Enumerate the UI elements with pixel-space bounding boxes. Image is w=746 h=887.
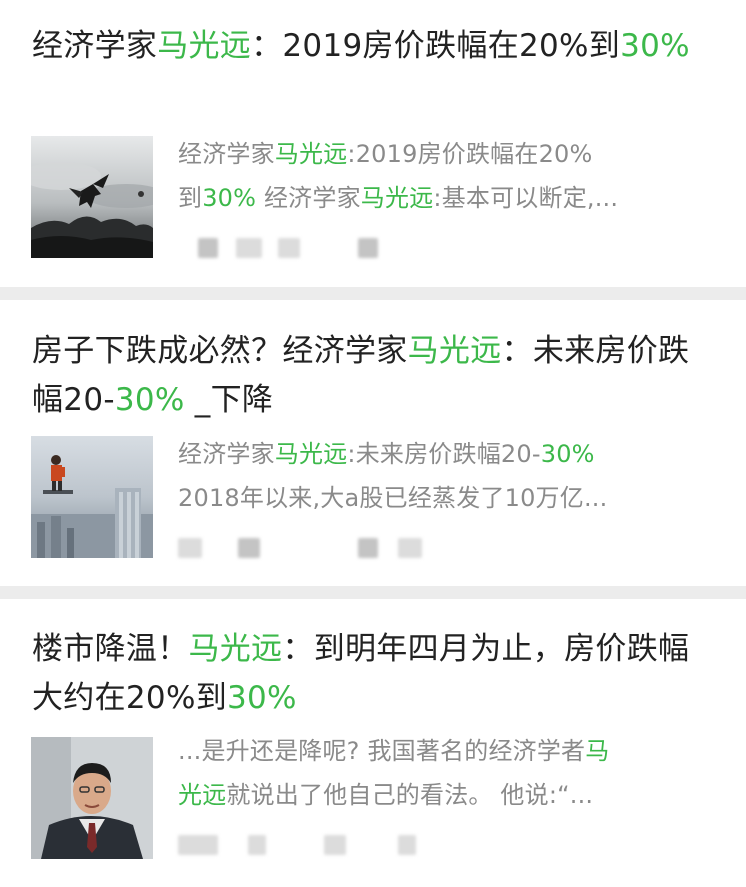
divider [0, 287, 746, 300]
result-card[interactable]: 房子下跌成必然？经济学家马光远：未来房价跌幅20-30% _下降 经济学家马光远… [0, 300, 746, 586]
result-meta-blurred [178, 835, 478, 857]
result-thumbnail[interactable] [31, 737, 153, 859]
result-card[interactable]: 楼市降温！马光远：到明年四月为止，房价跌幅大约在20%到30% ...是升还是降… [0, 599, 746, 887]
result-thumbnail[interactable] [31, 136, 153, 258]
result-meta-blurred [178, 538, 478, 560]
result-card[interactable]: 经济学家马光远：2019房价跌幅在20%到30% 经济学家马光远:2019房价跌… [0, 0, 746, 287]
result-snippet: 经济学家马光远:2019房价跌幅在20% 到30% 经济学家马光远:基本可以断定… [178, 140, 619, 212]
search-results-feed: 经济学家马光远：2019房价跌幅在20%到30% 经济学家马光远:2019房价跌… [0, 0, 746, 887]
divider [0, 586, 746, 599]
man-on-skyscraper-photo [31, 436, 153, 558]
result-title[interactable]: 房子下跌成必然？经济学家马光远：未来房价跌幅20-30% _下降 [32, 327, 718, 425]
portrait-photo [31, 737, 153, 859]
result-snippet: 经济学家马光远:未来房价跌幅20-30% 2018年以来,大a股已经蒸发了10万… [178, 440, 608, 512]
result-title[interactable]: 经济学家马光远：2019房价跌幅在20%到30% [32, 22, 718, 71]
bird-over-clouds-photo [31, 136, 153, 258]
result-title[interactable]: 楼市降温！马光远：到明年四月为止，房价跌幅大约在20%到30% [32, 625, 718, 723]
result-thumbnail[interactable] [31, 436, 153, 558]
result-snippet: ...是升还是降呢? 我国著名的经济学者马 光远就说出了他自己的看法。 他说:“… [178, 737, 610, 809]
result-meta-blurred [178, 238, 478, 260]
